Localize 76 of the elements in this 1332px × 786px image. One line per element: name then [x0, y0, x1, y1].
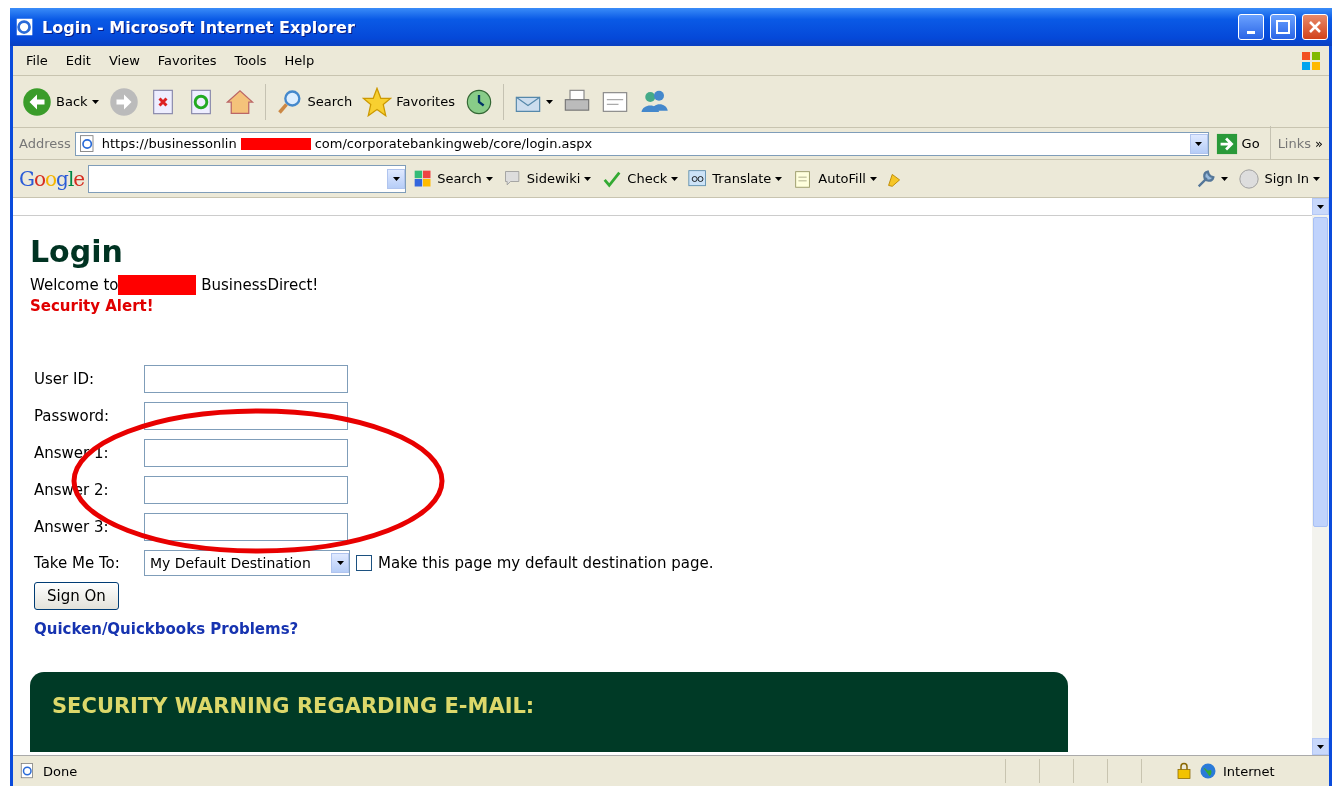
menu-item[interactable]: Help	[277, 51, 322, 70]
close-icon	[1308, 20, 1322, 34]
minimize-icon	[1247, 30, 1255, 34]
padlock-icon	[1175, 762, 1193, 780]
links-label[interactable]: Links	[1277, 136, 1312, 151]
menu-item[interactable]: Tools	[227, 51, 274, 70]
menu-item[interactable]: View	[101, 51, 147, 70]
caret-icon	[775, 176, 783, 181]
menu-item[interactable]: Favorites	[150, 51, 224, 70]
input-field[interactable]	[144, 439, 348, 467]
address-field[interactable]: https://businessonlin com/corporatebankingweb/core/login.aspx	[74, 131, 1209, 156]
maximize-icon	[1276, 20, 1290, 34]
toolbar-button[interactable]: Translate	[685, 166, 786, 191]
zone-text: Internet	[1223, 763, 1276, 779]
caret-icon	[584, 176, 592, 181]
input-field[interactable]	[144, 365, 348, 393]
caret-icon	[1317, 204, 1324, 209]
warning-banner: SECURITY WARNING REGARDING E-MAIL:	[30, 672, 1068, 752]
globe-icon	[1199, 762, 1217, 780]
search-field[interactable]	[88, 164, 407, 193]
field-label: Take Me To:	[33, 554, 121, 572]
security-alert-text: Security Alert!	[30, 297, 155, 315]
menu-item[interactable]: Edit	[58, 51, 98, 70]
url-end: com/corporatebankingweb/core/login.aspx	[314, 136, 593, 151]
field-label: Password:	[33, 407, 111, 425]
sign-in-button[interactable]: Sign In	[1235, 165, 1323, 192]
caret-icon	[1221, 176, 1229, 181]
window-title: Login - Microsoft Internet Explorer	[42, 17, 356, 37]
page-heading: Login	[30, 234, 124, 269]
toolbar-button[interactable]: AutoFill	[789, 165, 880, 192]
caret-icon	[545, 99, 553, 104]
checkbox-label: Make this page my default destination page.	[378, 554, 714, 572]
toolbar-button[interactable]: Check	[598, 165, 682, 192]
wrench-icon	[1195, 167, 1218, 190]
maximize-button[interactable]	[1270, 14, 1296, 40]
circle-icon	[1238, 167, 1261, 190]
caret-icon	[392, 176, 400, 181]
go-button[interactable]: Go	[1212, 130, 1263, 157]
favorites-button[interactable]: Favorites	[359, 84, 458, 119]
chevron-label[interactable]: »	[1315, 136, 1323, 151]
close-button[interactable]	[1302, 14, 1328, 40]
status-text: Done	[43, 763, 78, 779]
caret-icon	[1317, 744, 1324, 749]
checkbox[interactable]	[356, 555, 372, 571]
caret-icon	[869, 176, 877, 181]
destination-select[interactable]: My Default Destination	[144, 550, 350, 576]
search-button[interactable]: Search	[272, 85, 356, 118]
google-squares-icon	[413, 168, 434, 189]
sign-on-button[interactable]: Sign On	[34, 582, 119, 610]
clock-icon	[464, 87, 493, 116]
arrow-right-icon	[1215, 132, 1238, 155]
menu-item[interactable]: File	[19, 51, 55, 70]
caret-icon	[1195, 141, 1203, 146]
field-label: User ID:	[33, 370, 95, 388]
scrollbar[interactable]	[1312, 198, 1329, 755]
dropdown-button[interactable]	[1189, 133, 1208, 154]
address-label: Address	[19, 136, 71, 151]
input-field[interactable]	[144, 476, 348, 504]
welcome-text: BusinessDirect!	[200, 276, 319, 294]
caret-icon	[336, 561, 344, 565]
field-label: Answer 3:	[33, 518, 110, 536]
caret-icon	[1313, 176, 1320, 181]
minimize-button[interactable]	[1238, 14, 1264, 40]
caret-icon	[671, 176, 679, 181]
star-icon	[362, 86, 393, 117]
input-field[interactable]	[144, 513, 348, 541]
caret-icon	[485, 176, 493, 181]
url-start: https://businessonlin	[101, 136, 237, 151]
welcome-text: Welcome to	[30, 276, 119, 294]
redaction-mark	[240, 137, 311, 150]
toolbar-button[interactable]: Search	[410, 166, 496, 191]
toolbar-button[interactable]: Sidewiki	[499, 166, 595, 191]
caret-icon	[91, 99, 99, 104]
google-logo: Google	[19, 166, 85, 191]
back-button[interactable]: Back	[19, 84, 102, 119]
help-link[interactable]: Quicken/Quickbooks Problems?	[34, 620, 1295, 638]
